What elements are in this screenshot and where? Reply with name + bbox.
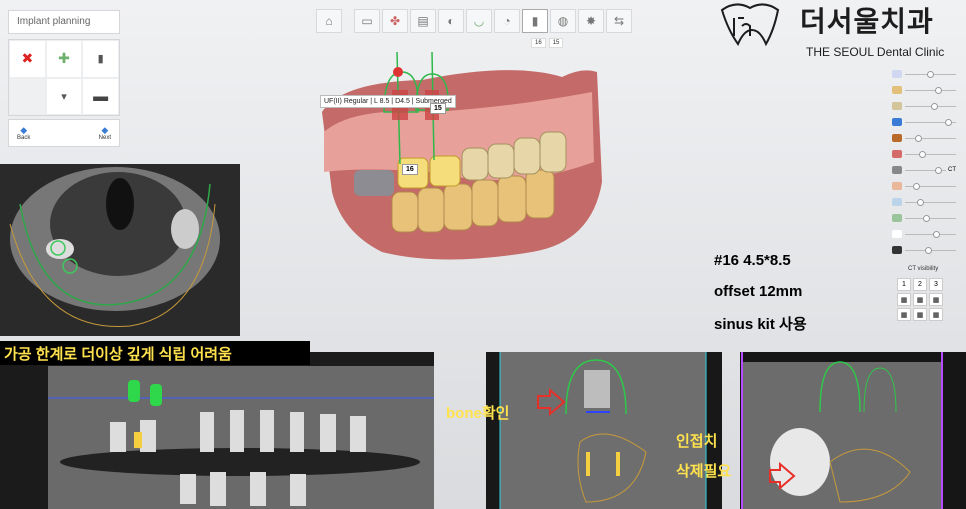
- layout-icon[interactable]: ▦: [913, 308, 927, 321]
- ct-slider[interactable]: CT: [892, 162, 956, 178]
- opacity-slider[interactable]: [892, 114, 956, 130]
- panoramic-ct-view[interactable]: [0, 352, 434, 509]
- abutment-icon[interactable]: ◍: [550, 9, 576, 33]
- top-toolbar: ⌂ ▭ ✤ ▤ ◐ ◡ ◔ ▮ ◍ ✸ ⇆: [316, 8, 648, 34]
- separator: [344, 9, 352, 33]
- back-button[interactable]: ◆ Back: [17, 124, 30, 141]
- opacity-slider[interactable]: [892, 82, 956, 98]
- view-number-button[interactable]: 3: [929, 278, 943, 291]
- ct-icon: [892, 166, 902, 174]
- sleeve-icon: [892, 134, 902, 142]
- tooth-icon: [892, 102, 902, 110]
- brightness-icon: [892, 230, 902, 238]
- view-number-button[interactable]: 2: [913, 278, 927, 291]
- home-icon[interactable]: ⌂: [316, 9, 342, 33]
- view-layout-grid: 1 2 3 ▦ ▦ ▦ ▦ ▦ ▦: [897, 278, 943, 321]
- crown-icon[interactable]: ◔: [494, 9, 520, 33]
- view-number-button[interactable]: 1: [897, 278, 911, 291]
- ct-visibility-toggle[interactable]: CT visibility: [908, 266, 938, 272]
- layout-icon[interactable]: ▦: [897, 308, 911, 321]
- arrow-left-icon: ◆: [20, 124, 28, 135]
- tooth-number[interactable]: 16: [531, 38, 546, 48]
- crown-icon[interactable]: ▬: [82, 77, 119, 115]
- contrast-icon: [892, 246, 902, 254]
- clinic-logo-icon: [720, 3, 780, 47]
- opacity-slider[interactable]: [892, 130, 956, 146]
- panel-title: Implant planning: [8, 10, 120, 34]
- sagittal-ct-view[interactable]: [740, 352, 966, 509]
- layout-icon[interactable]: ▦: [913, 293, 927, 306]
- note-offset: offset 12mm: [714, 283, 803, 300]
- tooth-tag: 15: [430, 103, 446, 114]
- tooth-icon[interactable]: ◐: [438, 9, 464, 33]
- clinic-name-english: THE SEOUL Dental Clinic: [806, 45, 945, 59]
- contrast-slider[interactable]: [892, 242, 956, 258]
- delete-icon[interactable]: ✖: [9, 40, 46, 78]
- layout-icon[interactable]: ▦: [929, 293, 943, 306]
- bone-icon[interactable]: ✤: [382, 9, 408, 33]
- implant-icon: [892, 118, 902, 126]
- fixture-icon[interactable]: ▭: [354, 9, 380, 33]
- visibility-sliders: CT: [892, 66, 956, 258]
- settings-icon[interactable]: ✸: [578, 9, 604, 33]
- tooth-number-list: 16 15: [531, 38, 564, 48]
- brightness-slider[interactable]: [892, 226, 956, 242]
- adjacent-tooth-annotation: 인접치: [676, 433, 718, 450]
- axial-ct-view[interactable]: [0, 164, 240, 336]
- implant-icon[interactable]: ▮: [522, 9, 548, 33]
- opacity-slider[interactable]: [892, 66, 956, 82]
- next-button[interactable]: ◆ Next: [99, 124, 111, 141]
- crown-icon: [892, 86, 902, 94]
- opacity-slider[interactable]: [892, 178, 956, 194]
- opacity-slider[interactable]: [892, 146, 956, 162]
- opacity-slider[interactable]: [892, 194, 956, 210]
- empty-slot[interactable]: [9, 77, 46, 115]
- warning-banner: 가공 한계로 더이상 깊게 식립 어려움: [0, 341, 310, 365]
- section-icon[interactable]: ▤: [410, 9, 436, 33]
- removal-needed-annotation: 삭제필요: [676, 463, 732, 480]
- note-implant-size: #16 4.5*8.5: [714, 252, 791, 269]
- scan-icon: [892, 198, 902, 206]
- arch-icon[interactable]: ◡: [466, 9, 492, 33]
- tooth-tag: 16: [402, 164, 418, 175]
- opacity-slider[interactable]: [892, 98, 956, 114]
- add-icon[interactable]: ✚: [45, 40, 83, 78]
- note-sinus-kit: sinus kit 사용: [714, 316, 807, 333]
- tool-grid: ✖ ✚ ▮ ▾ ▬: [8, 39, 120, 116]
- opacity-slider[interactable]: [892, 210, 956, 226]
- layout-icon[interactable]: ▦: [897, 293, 911, 306]
- implant-icon[interactable]: ▮: [82, 40, 119, 78]
- 3d-dentition-model[interactable]: [312, 52, 632, 282]
- arch-icon: [892, 214, 902, 222]
- nerve-icon: [892, 150, 902, 158]
- bone-annotation: bone확인: [446, 405, 510, 422]
- tooth-number[interactable]: 15: [548, 38, 564, 48]
- step-navigation: ◆ Back ◆ Next: [8, 119, 120, 147]
- gum-icon: [892, 182, 902, 190]
- export-icon[interactable]: ⇆: [606, 9, 632, 33]
- layout-icon[interactable]: ▦: [929, 308, 943, 321]
- clinic-name-korean: 더서울치과: [800, 6, 934, 37]
- model-icon: [892, 70, 902, 78]
- abutment-icon[interactable]: ▾: [45, 77, 83, 115]
- arrow-right-icon: ◆: [101, 124, 109, 135]
